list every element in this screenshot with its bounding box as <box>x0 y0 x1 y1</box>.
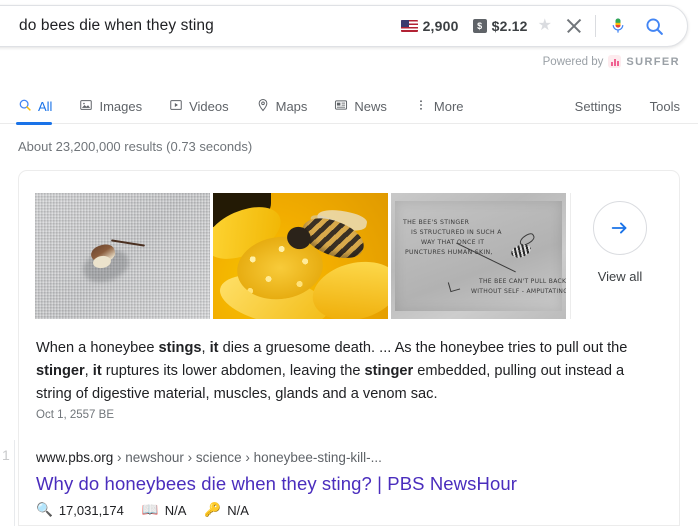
search-icon <box>18 98 32 115</box>
snippet-text: dies a gruesome death. ... As the honeyb… <box>218 340 628 356</box>
snippet-text: When a honeybee <box>36 340 159 356</box>
surfer-logo-icon <box>608 55 622 68</box>
snippet-bold-term: it <box>92 363 102 380</box>
star-icon[interactable]: ★ <box>538 18 552 34</box>
cpc-value: $2.12 <box>491 18 528 34</box>
view-all-label: View all <box>597 269 643 284</box>
us-flag-icon <box>400 20 418 32</box>
carousel-image-2[interactable] <box>213 193 388 319</box>
image-carousel: THE BEE'S STINGER IS STRUCTURED IN SUCH … <box>35 193 566 319</box>
image-icon <box>79 98 93 115</box>
result-metric-value: N/A <box>227 502 249 518</box>
result-url[interactable]: www.pbs.org › newshour › science › honey… <box>36 450 382 465</box>
search-bar-metrics: 2,900 $ $2.12 ★ <box>400 15 687 37</box>
snippet-text: , <box>84 363 93 380</box>
result-snippet: When a honeybee stings, it dies a grueso… <box>36 337 637 406</box>
snippet-text: , <box>201 340 210 356</box>
result-domain: www.pbs.org <box>36 450 114 465</box>
breadcrumb-segment: › science <box>183 450 242 465</box>
search-bar[interactable]: do bees die when they sting 2,900 $ $2.1… <box>0 5 688 47</box>
tab-images[interactable]: Images <box>79 88 155 124</box>
tab-active-underline <box>16 122 53 125</box>
result-rank-divider <box>14 440 15 526</box>
tab-news[interactable]: News <box>334 88 400 124</box>
snippet-bold-term: stings <box>158 340 202 356</box>
microphone-icon[interactable] <box>608 15 628 37</box>
tab-videos-label: Videos <box>189 98 229 114</box>
tab-all[interactable]: All <box>16 88 65 125</box>
close-icon[interactable] <box>564 16 584 36</box>
result-metric-value: 17,031,174 <box>58 502 124 518</box>
tab-more[interactable]: More <box>414 88 477 124</box>
video-icon <box>169 98 183 115</box>
result-metrics: 🔍 17,031,174 📖 N/A 🔑 N/A <box>36 502 249 518</box>
open-book-emoji: 📖 <box>141 502 159 517</box>
search-input[interactable]: do bees die when they sting <box>19 17 401 35</box>
tab-all-label: All <box>38 98 53 114</box>
tab-maps-label: Maps <box>275 98 308 114</box>
view-all-button[interactable]: View all <box>583 201 657 284</box>
result-title-link[interactable]: Why do honeybees die when they sting? | … <box>36 473 517 495</box>
tools-button[interactable]: Tools <box>650 99 680 114</box>
search-result-card: THE BEE'S STINGER IS STRUCTURED IN SUCH … <box>18 170 680 526</box>
result-rank-number: 1 <box>2 447 10 463</box>
search-bar-divider <box>595 15 596 37</box>
snippet-bold-term: stinger <box>36 363 85 380</box>
tab-images-label: Images <box>99 98 143 114</box>
result-metric-value: N/A <box>164 502 187 518</box>
magnifier-emoji: 🔍 <box>36 502 53 517</box>
news-icon <box>334 98 348 115</box>
tab-news-label: News <box>354 98 387 114</box>
search-volume-value: 2,900 <box>422 18 459 34</box>
nav-tabs-left: All Images Videos Maps News More <box>0 88 491 125</box>
powered-by-surfer: Powered by SURFER <box>543 55 680 68</box>
surfer-brand-label: SURFER <box>626 55 680 68</box>
settings-button[interactable]: Settings <box>575 99 622 114</box>
google-search-results-page: do bees die when they sting 2,900 $ $2.1… <box>0 0 698 526</box>
breadcrumb-segment: › newshour <box>113 450 184 465</box>
carousel-image-3[interactable]: THE BEE'S STINGER IS STRUCTURED IN SUCH … <box>391 193 566 319</box>
snippet-text: ruptures its lower abdomen, leaving the <box>101 363 365 380</box>
search-nav-tabs: All Images Videos Maps News More Setting… <box>0 88 698 125</box>
more-vertical-icon <box>414 98 428 115</box>
result-date: Oct 1, 2557 BE <box>36 409 114 421</box>
search-icon[interactable] <box>644 16 665 37</box>
result-count-label: About 23,200,000 results (0.73 seconds) <box>18 139 253 154</box>
snippet-bold-term: stinger <box>364 363 414 380</box>
breadcrumb-segment: › honeybee-sting-kill-... <box>241 450 382 465</box>
carousel-divider <box>570 193 571 319</box>
tab-maps[interactable]: Maps <box>256 88 321 124</box>
nav-tabs-right: Settings Tools <box>575 99 698 114</box>
result-breadcrumbs: › newshour › science › honeybee-sting-ki… <box>113 450 382 465</box>
powered-by-label: Powered by <box>542 55 604 68</box>
arrow-right-icon <box>593 201 647 255</box>
map-pin-icon <box>256 98 270 115</box>
carousel-image-1[interactable] <box>35 193 210 319</box>
cpc-badge-icon: $ <box>472 19 487 33</box>
search-bar-container: do bees die when they sting 2,900 $ $2.1… <box>0 5 688 47</box>
tab-videos[interactable]: Videos <box>169 88 242 124</box>
snippet-bold-term: it <box>209 340 219 356</box>
tab-more-label: More <box>433 98 464 114</box>
key-emoji: 🔑 <box>204 502 222 517</box>
